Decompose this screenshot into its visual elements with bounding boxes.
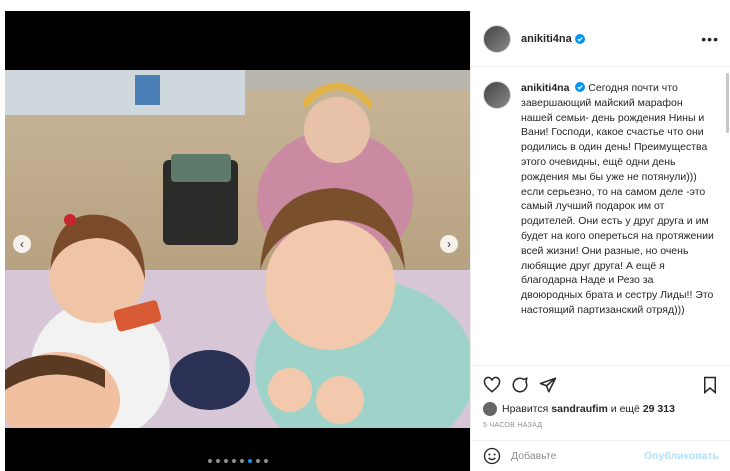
post-details-panel: anikiti4na ••• anikiti4na Сегодня почти … <box>470 11 730 471</box>
comments-section[interactable]: anikiti4na Сегодня почти что завершающий… <box>471 71 730 365</box>
post-photo[interactable] <box>5 70 470 428</box>
more-options-icon[interactable]: ••• <box>701 31 719 47</box>
likes-prefix: Нравится <box>502 403 549 415</box>
post-header: anikiti4na ••• <box>471 11 730 67</box>
avatar[interactable] <box>483 24 511 53</box>
action-icons-row <box>483 374 719 396</box>
liker-avatar[interactable] <box>483 402 497 416</box>
caption-avatar[interactable] <box>483 81 511 109</box>
chevron-left-icon: ‹ <box>20 237 24 251</box>
carousel-dot <box>207 459 212 463</box>
comment-input[interactable]: Добавьте <box>511 450 556 462</box>
post-media-panel: ‹ › <box>5 11 470 471</box>
add-comment-bar: Добавьте Опубликовать <box>471 440 730 471</box>
likes-row: Нравится sandraufim и ещё 29 313 <box>483 402 719 416</box>
caption-body: Сегодня почти что завершающий майский ма… <box>521 82 714 316</box>
bookmark-icon[interactable] <box>701 376 719 394</box>
post-actions: Нравится sandraufim и ещё 29 313 5 часов… <box>471 365 730 429</box>
carousel-dot <box>231 459 236 463</box>
instagram-post-view: ‹ › anikiti4na ••• anikiti4na Сегодня по… <box>0 0 730 471</box>
verified-badge-icon <box>575 82 586 92</box>
carousel-dot <box>263 459 268 463</box>
comment-icon[interactable] <box>511 376 529 394</box>
caption-text: anikiti4na Сегодня почти что завершающий… <box>521 81 716 318</box>
carousel-dot <box>215 459 220 463</box>
comments-scrollbar[interactable] <box>726 73 729 133</box>
emoji-icon[interactable] <box>483 447 501 465</box>
carousel-dot <box>255 459 260 463</box>
share-icon[interactable] <box>539 376 557 394</box>
carousel-next-button[interactable]: › <box>440 235 458 253</box>
post-timestamp[interactable]: 5 часов назад <box>483 422 719 429</box>
carousel-prev-button[interactable]: ‹ <box>13 235 31 253</box>
family-photo-image <box>5 70 470 428</box>
carousel-dot <box>247 459 252 463</box>
verified-badge-icon <box>574 33 585 44</box>
publish-button[interactable]: Опубликовать <box>644 450 719 462</box>
chevron-right-icon: › <box>447 237 451 251</box>
heart-icon[interactable] <box>483 376 501 394</box>
carousel-dot <box>223 459 228 463</box>
caption-username[interactable]: anikiti4na <box>521 82 569 94</box>
likes-count[interactable]: 29 313 <box>643 403 675 415</box>
caption-row: anikiti4na Сегодня почти что завершающий… <box>483 81 719 318</box>
likes-suffix: и ещё <box>610 403 640 415</box>
carousel-dot <box>239 459 244 463</box>
likes-user[interactable]: sandraufim <box>551 403 608 415</box>
carousel-indicator <box>5 459 470 463</box>
post-username[interactable]: anikiti4na <box>521 33 572 45</box>
